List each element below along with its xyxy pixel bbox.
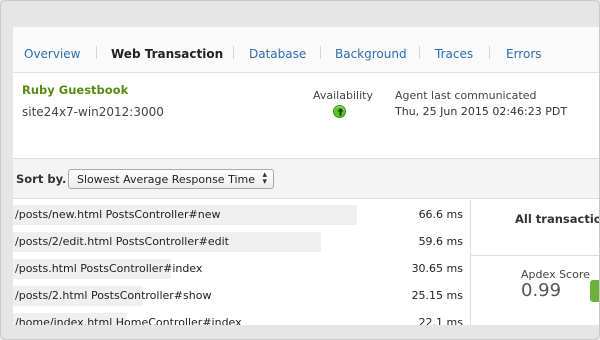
tab-separator [233,46,234,59]
tab-overview[interactable]: Overview [24,47,81,61]
agent-last-communicated-time: Thu, 25 Jun 2015 02:46:23 PDT [395,105,568,118]
sort-label: Sort by. [16,172,67,186]
response-time: 59.6 ms [418,235,463,248]
sort-bar: Sort by. Slowest Average Response Time ▴… [13,159,599,199]
app-host: site24x7-win2012:3000 [22,105,164,119]
all-transactions-label: All transaction [515,212,599,226]
tab-traces[interactable]: Traces [435,47,473,61]
tab-errors[interactable]: Errors [506,47,542,61]
divider [471,255,599,256]
select-arrows-icon: ▴ ▾ [262,170,267,187]
tab-separator [320,46,321,59]
availability-label: Availability [313,89,373,102]
table-row[interactable]: /posts/new.html PostsController#new 66.6… [13,205,469,225]
summary-panel: All transaction Apdex Score 0.99 [470,200,599,325]
response-time: 66.6 ms [418,208,463,221]
table-row[interactable]: /posts/2.html PostsController#show 25.15… [13,286,469,306]
tab-separator [419,46,420,59]
app-header: Ruby Guestbook site24x7-win2012:3000 Ava… [13,73,599,159]
apdex-status-badge [590,280,599,302]
sort-select[interactable]: Slowest Average Response Time ▴ ▾ [68,169,274,189]
transaction-name: /posts/new.html PostsController#new [15,208,221,221]
tab-database[interactable]: Database [249,47,306,61]
arrow-up-icon [337,108,344,116]
transaction-list: /posts/new.html PostsController#new 66.6… [13,200,469,325]
apdex-score-value: 0.99 [521,280,562,301]
tab-web-transaction[interactable]: Web Transaction [111,47,223,61]
transaction-name: /home/index.html HomeController#index [15,316,242,325]
transaction-name: /posts.html PostsController#index [15,262,203,275]
transaction-name: /posts/2.html PostsController#show [15,289,212,302]
tab-separator [489,46,490,59]
availability-up-icon [333,105,346,118]
table-row[interactable]: /home/index.html HomeController#index 22… [13,313,469,325]
tab-bar: Overview Web Transaction Database Backgr… [13,27,599,73]
apm-panel: Overview Web Transaction Database Backgr… [13,27,599,325]
table-row[interactable]: /posts/2/edit.html PostsController#edit … [13,232,469,252]
response-time: 25.15 ms [411,289,463,302]
window-frame: Overview Web Transaction Database Backgr… [0,0,600,340]
tab-separator [96,46,97,59]
tab-background[interactable]: Background [335,47,407,61]
agent-last-communicated-label: Agent last communicated [395,89,537,102]
transaction-name: /posts/2/edit.html PostsController#edit [15,235,229,248]
response-time: 30.65 ms [411,262,463,275]
sort-selected-value: Slowest Average Response Time [77,173,255,186]
response-time: 22.1 ms [418,316,463,325]
table-row[interactable]: /posts.html PostsController#index 30.65 … [13,259,469,279]
app-name: Ruby Guestbook [22,83,129,97]
